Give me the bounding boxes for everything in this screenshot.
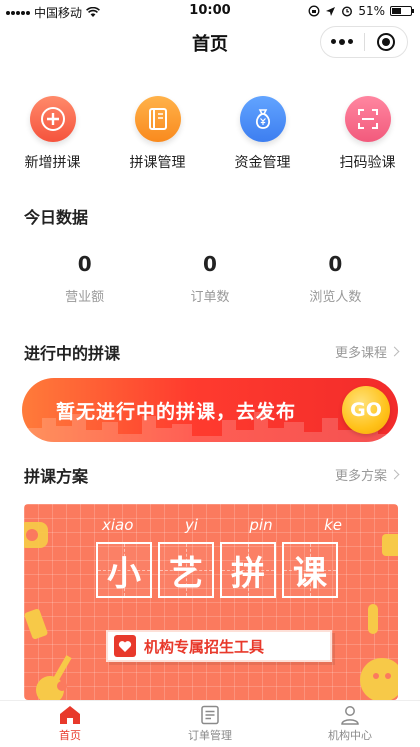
stat-label: 订单数 (190, 290, 230, 305)
navigation-bar: 首页 (0, 22, 420, 64)
order-icon (201, 705, 219, 725)
quick-action-label: 新增拼课 (24, 155, 81, 171)
book-icon (134, 96, 181, 142)
tab-label: 订单管理 (188, 729, 232, 742)
tab-home[interactable]: 首页 (0, 701, 140, 747)
tab-bar: 首页 订单管理 机构中心 (0, 700, 420, 747)
banner-text: 暂无进行中的拼课，去发布 (56, 401, 297, 423)
stat-label: 营业额 (65, 290, 105, 305)
ongoing-title: 进行中的拼课 (24, 344, 121, 363)
stat-orders: 0 订单数 (147, 252, 272, 305)
status-right: 51% (308, 4, 414, 18)
more-courses-label: 更多课程 (334, 346, 387, 361)
battery-percent: 51% (358, 4, 385, 18)
stat-views: 0 浏览人数 (273, 252, 398, 305)
quick-action-course-management[interactable]: 拼课管理 (105, 96, 210, 172)
lock-rotation-icon (308, 5, 320, 17)
quick-actions: 新增拼课 拼课管理 资金管理 扫码验课 (0, 96, 420, 172)
more-menu-icon[interactable] (321, 39, 364, 45)
battery-icon (390, 6, 414, 16)
plans-title: 拼课方案 (24, 467, 89, 486)
title-character: 小 (96, 542, 152, 598)
title-character: 艺 (158, 542, 214, 598)
pinyin-syllable: xiao (102, 516, 134, 534)
app-logo-icon (114, 635, 136, 657)
quick-action-add-course[interactable]: 新增拼课 (0, 96, 105, 172)
more-plans-link[interactable]: 更多方案 (334, 465, 400, 484)
title-character: 拼 (220, 542, 276, 598)
stat-value: 0 (203, 252, 217, 276)
scan-icon (344, 96, 391, 142)
quick-action-label: 拼课管理 (129, 155, 186, 171)
tab-label: 机构中心 (328, 729, 372, 742)
tool-tagline: 机构专属招生工具 (106, 630, 332, 662)
tab-orders[interactable]: 订单管理 (140, 701, 280, 747)
tab-institution[interactable]: 机构中心 (280, 701, 420, 747)
alarm-icon (342, 6, 353, 17)
quick-action-label: 资金管理 (234, 155, 291, 171)
user-icon (341, 706, 359, 725)
home-icon (60, 706, 80, 724)
pinyin-syllable: ke (324, 516, 342, 534)
today-data-title: 今日数据 (24, 208, 89, 227)
more-courses-link[interactable]: 更多课程 (334, 342, 400, 361)
plan-promo-card[interactable]: xiao yi pin ke 小 艺 拼 课 机构专属招生工具 (24, 504, 398, 700)
chevron-right-icon (389, 469, 400, 480)
status-bar: 中国移动 10:00 51% (0, 0, 420, 22)
pinyin-syllable: pin (249, 516, 273, 534)
stat-value: 0 (77, 252, 92, 276)
pinyin-row: xiao yi pin ke (102, 516, 342, 534)
tool-tagline-text: 机构专属招生工具 (144, 637, 265, 656)
chevron-right-icon (389, 346, 400, 357)
money-bag-icon (239, 96, 286, 142)
quick-action-scan-verify[interactable]: 扫码验课 (315, 96, 420, 172)
pinyin-syllable: yi (184, 516, 198, 534)
go-button[interactable]: GO (342, 386, 390, 434)
quick-action-fund-management[interactable]: 资金管理 (210, 96, 315, 172)
stat-revenue: 0 营业额 (22, 252, 147, 305)
stat-label: 浏览人数 (309, 290, 362, 305)
more-plans-label: 更多方案 (334, 469, 387, 484)
quick-action-label: 扫码验课 (339, 155, 396, 171)
publish-banner[interactable]: 暂无进行中的拼课，去发布 GO (22, 378, 398, 442)
close-miniprogram-icon[interactable] (365, 33, 408, 51)
title-character-grid: 小 艺 拼 课 (96, 542, 344, 598)
stat-value: 0 (328, 252, 343, 276)
today-stats: 0 营业额 0 订单数 0 浏览人数 (22, 252, 398, 305)
plus-icon (29, 96, 76, 142)
title-character: 课 (282, 542, 338, 598)
location-icon (326, 6, 336, 16)
miniprogram-capsule (320, 26, 408, 58)
tab-label: 首页 (59, 729, 81, 742)
